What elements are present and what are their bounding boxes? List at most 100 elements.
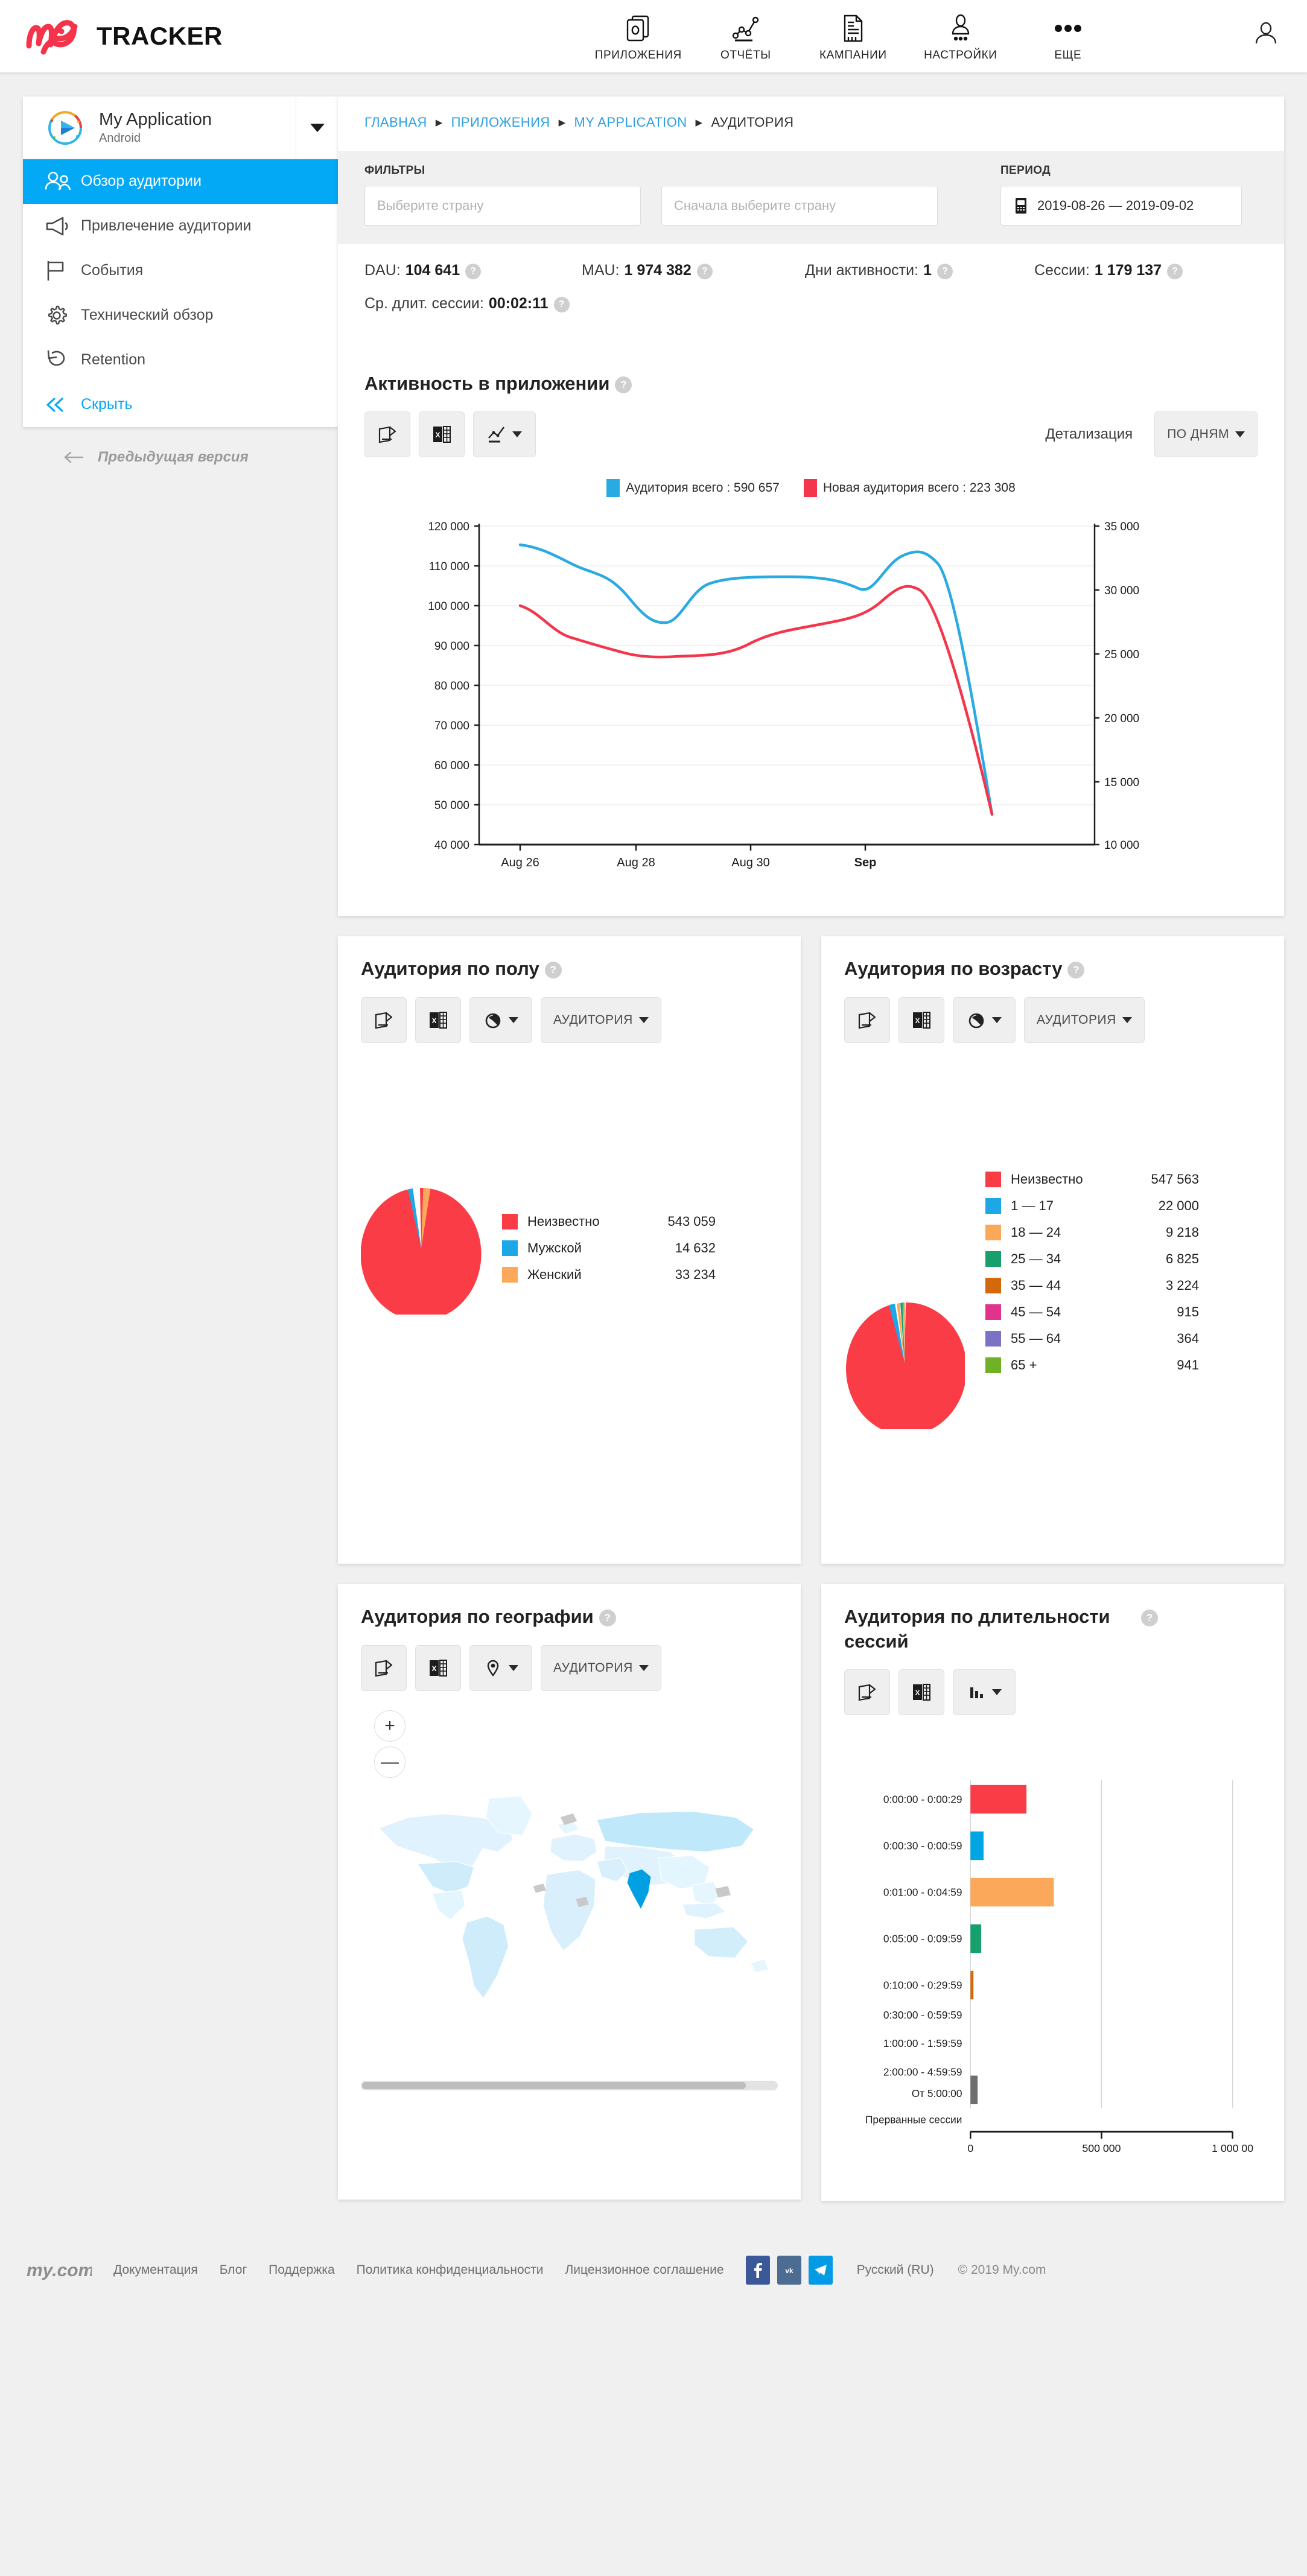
- chart-type-button[interactable]: [953, 997, 1016, 1043]
- topnav-item-more[interactable]: ЕЩЕ: [1014, 11, 1122, 62]
- legend-item[interactable]: Мужской 14 632: [502, 1240, 716, 1256]
- activity-section: Активность в приложении ?: [338, 351, 1284, 916]
- geo-map[interactable]: + —: [361, 1707, 778, 2069]
- brand-logo[interactable]: TRACKER: [25, 17, 223, 56]
- geo-panel: Аудитория по географии ?: [338, 1584, 801, 2200]
- legend-item[interactable]: 65 + 941: [985, 1357, 1199, 1373]
- age-chart[interactable]: Неизвестно 547 563 1 — 17 22 000 18 — 24: [844, 1115, 1261, 1429]
- facebook-icon[interactable]: [746, 2256, 770, 2285]
- metric-select[interactable]: АУДИТОРИЯ: [541, 1645, 661, 1691]
- share-note-button[interactable]: [361, 997, 407, 1043]
- help-icon[interactable]: ?: [465, 264, 481, 279]
- activity-chart[interactable]: 120 000110 000 100 00090 000 80 00070 00…: [364, 506, 1258, 892]
- chart-type-button[interactable]: [473, 411, 536, 457]
- footer-link-privacy[interactable]: Политика конфиденциальности: [357, 2263, 544, 2277]
- region-select[interactable]: Сначала выберите страну: [661, 186, 938, 226]
- share-note-button[interactable]: [364, 411, 410, 457]
- topnav-label: ЕЩЕ: [1054, 49, 1081, 62]
- topnav-item-apps[interactable]: ПРИЛОЖЕНИЯ: [585, 11, 692, 62]
- audience-icon: [45, 171, 72, 192]
- excel-export-button[interactable]: X: [415, 997, 461, 1043]
- metric-select[interactable]: АУДИТОРИЯ: [541, 997, 661, 1043]
- chevron-down-icon[interactable]: [296, 97, 338, 159]
- share-note-button[interactable]: [361, 1645, 407, 1691]
- sidebar-item-audience-overview[interactable]: Обзор аудитории: [23, 159, 338, 204]
- legend-item[interactable]: Неизвестно 543 059: [502, 1214, 716, 1229]
- sidebar-item-acquisition[interactable]: Привлечение аудитории: [23, 204, 338, 249]
- chevron-down-icon: [509, 1017, 518, 1023]
- chart-type-button[interactable]: [469, 997, 532, 1043]
- legend-item[interactable]: 55 — 64 364: [985, 1331, 1199, 1347]
- help-icon[interactable]: ?: [554, 297, 570, 312]
- excel-export-button[interactable]: X: [898, 997, 944, 1043]
- legend-swatch: [985, 1357, 1001, 1373]
- legend-swatch: [985, 1331, 1001, 1347]
- legend-item[interactable]: 25 — 34 6 825: [985, 1251, 1199, 1267]
- previous-version-link[interactable]: Предыдущая версия: [63, 449, 338, 466]
- vk-icon[interactable]: vk: [777, 2256, 801, 2285]
- help-icon[interactable]: ?: [599, 1610, 616, 1626]
- legend-item[interactable]: Неизвестно 547 563: [985, 1172, 1199, 1187]
- excel-export-icon: X: [911, 1682, 932, 1702]
- footer-link-license[interactable]: Лицензионное соглашение: [565, 2263, 723, 2277]
- kpi-value: 1: [923, 262, 932, 279]
- share-note-button[interactable]: [844, 1669, 890, 1715]
- excel-export-button[interactable]: X: [898, 1669, 944, 1715]
- excel-export-button[interactable]: X: [415, 1645, 461, 1691]
- legend-item[interactable]: Женский 33 234: [502, 1267, 716, 1283]
- sidebar-item-retention[interactable]: Retention: [23, 338, 338, 382]
- help-icon[interactable]: ?: [615, 376, 632, 393]
- legend-item[interactable]: Аудитория всего : 590 657: [606, 479, 780, 497]
- footer-link-docs[interactable]: Документация: [113, 2263, 198, 2277]
- share-note-button[interactable]: [844, 997, 890, 1043]
- help-icon[interactable]: ?: [1167, 264, 1183, 279]
- language-selector[interactable]: Русский (RU): [857, 2263, 934, 2277]
- breadcrumb-item-my-application[interactable]: MY APPLICATION: [574, 115, 687, 130]
- excel-export-button[interactable]: X: [419, 411, 465, 457]
- topnav-item-settings[interactable]: НАСТРОЙКИ: [907, 11, 1014, 62]
- svg-text:40 000: 40 000: [434, 839, 469, 852]
- app-selector[interactable]: My Application Android: [23, 97, 338, 159]
- map-horizontal-scrollbar[interactable]: [361, 2081, 778, 2090]
- legend-label: Женский: [527, 1267, 642, 1283]
- legend-item[interactable]: Новая аудитория всего : 223 308: [804, 479, 1016, 497]
- help-icon[interactable]: ?: [545, 962, 562, 979]
- sidebar-item-events[interactable]: События: [23, 249, 338, 293]
- telegram-icon[interactable]: [809, 2256, 833, 2285]
- help-icon[interactable]: ?: [1067, 962, 1084, 979]
- bar: [970, 2075, 978, 2104]
- footer-link-blog[interactable]: Блог: [220, 2263, 247, 2277]
- topnav-item-campaigns[interactable]: КАМПАНИИ: [800, 11, 907, 62]
- help-icon[interactable]: ?: [937, 264, 953, 279]
- topnav-item-reports[interactable]: ОТЧЁТЫ: [692, 11, 800, 62]
- legend-value: 915: [1125, 1304, 1199, 1320]
- help-icon[interactable]: ?: [697, 264, 713, 279]
- legend-value: 547 563: [1125, 1172, 1199, 1187]
- sidebar-item-technical-overview[interactable]: Технический обзор: [23, 293, 338, 338]
- sessions-chart[interactable]: 0:00:00 - 0:00:29 0:00:30 - 0:00:59 0:01…: [844, 1751, 1261, 2177]
- zoom-out-button[interactable]: —: [374, 1746, 405, 1778]
- kpi-sessions: Сессии: 1 179 137 ?: [1034, 262, 1183, 279]
- legend-item[interactable]: 45 — 54 915: [985, 1304, 1199, 1320]
- chart-type-button[interactable]: [953, 1669, 1016, 1715]
- legend-label: 25 — 34: [1011, 1251, 1125, 1267]
- gender-chart[interactable]: Неизвестно 543 059 Мужской 14 632 Женски…: [361, 1182, 778, 1315]
- legend-item[interactable]: 1 — 17 22 000: [985, 1198, 1199, 1214]
- legend-swatch: [985, 1278, 1001, 1293]
- flag-icon: [45, 260, 72, 282]
- help-icon[interactable]: ?: [1141, 1610, 1158, 1626]
- country-select[interactable]: Выберите страну: [364, 186, 641, 226]
- legend-swatch: [804, 479, 817, 497]
- legend-item[interactable]: 18 — 24 9 218: [985, 1225, 1199, 1240]
- legend-item[interactable]: 35 — 44 3 224: [985, 1278, 1199, 1293]
- date-range-picker[interactable]: 2019-08-26 — 2019-09-02: [1000, 186, 1242, 226]
- sidebar-item-collapse[interactable]: Скрыть: [23, 382, 338, 427]
- breadcrumb-item-apps[interactable]: ПРИЛОЖЕНИЯ: [451, 115, 550, 130]
- granularity-select[interactable]: ПО ДНЯМ: [1154, 411, 1258, 457]
- footer-link-support[interactable]: Поддержка: [269, 2263, 335, 2277]
- metric-select[interactable]: АУДИТОРИЯ: [1024, 997, 1145, 1043]
- zoom-in-button[interactable]: +: [374, 1710, 405, 1742]
- chart-type-button[interactable]: [469, 1645, 532, 1691]
- account-avatar-icon[interactable]: [1253, 21, 1279, 47]
- breadcrumb-item-home[interactable]: ГЛАВНАЯ: [364, 115, 427, 130]
